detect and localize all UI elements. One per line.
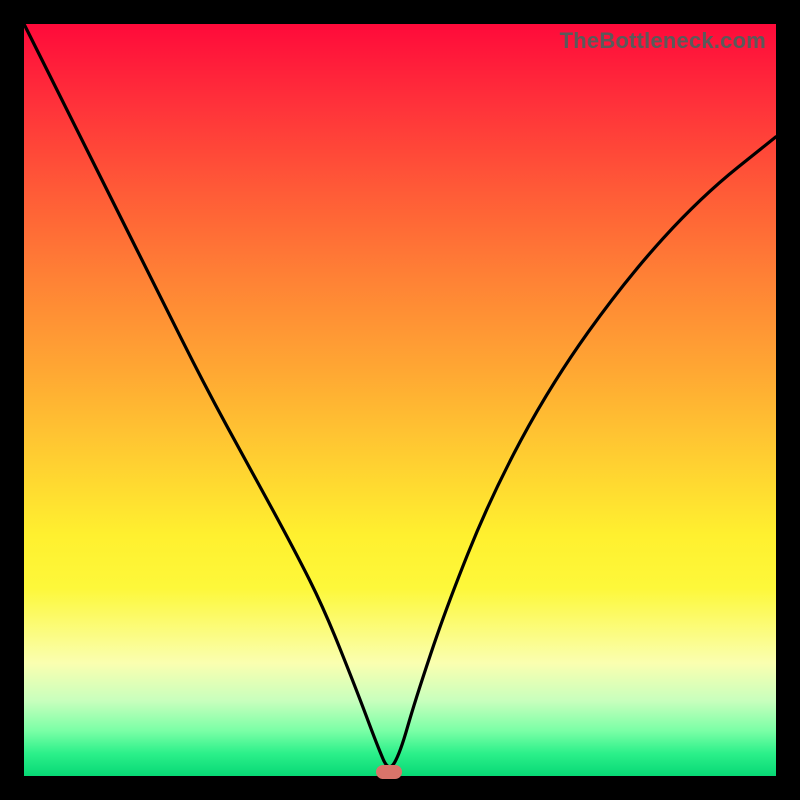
curve-path bbox=[24, 24, 776, 767]
plot-area: TheBottleneck.com bbox=[24, 24, 776, 776]
bottleneck-marker bbox=[376, 765, 402, 779]
chart-frame: TheBottleneck.com bbox=[0, 0, 800, 800]
bottleneck-curve bbox=[24, 24, 776, 776]
